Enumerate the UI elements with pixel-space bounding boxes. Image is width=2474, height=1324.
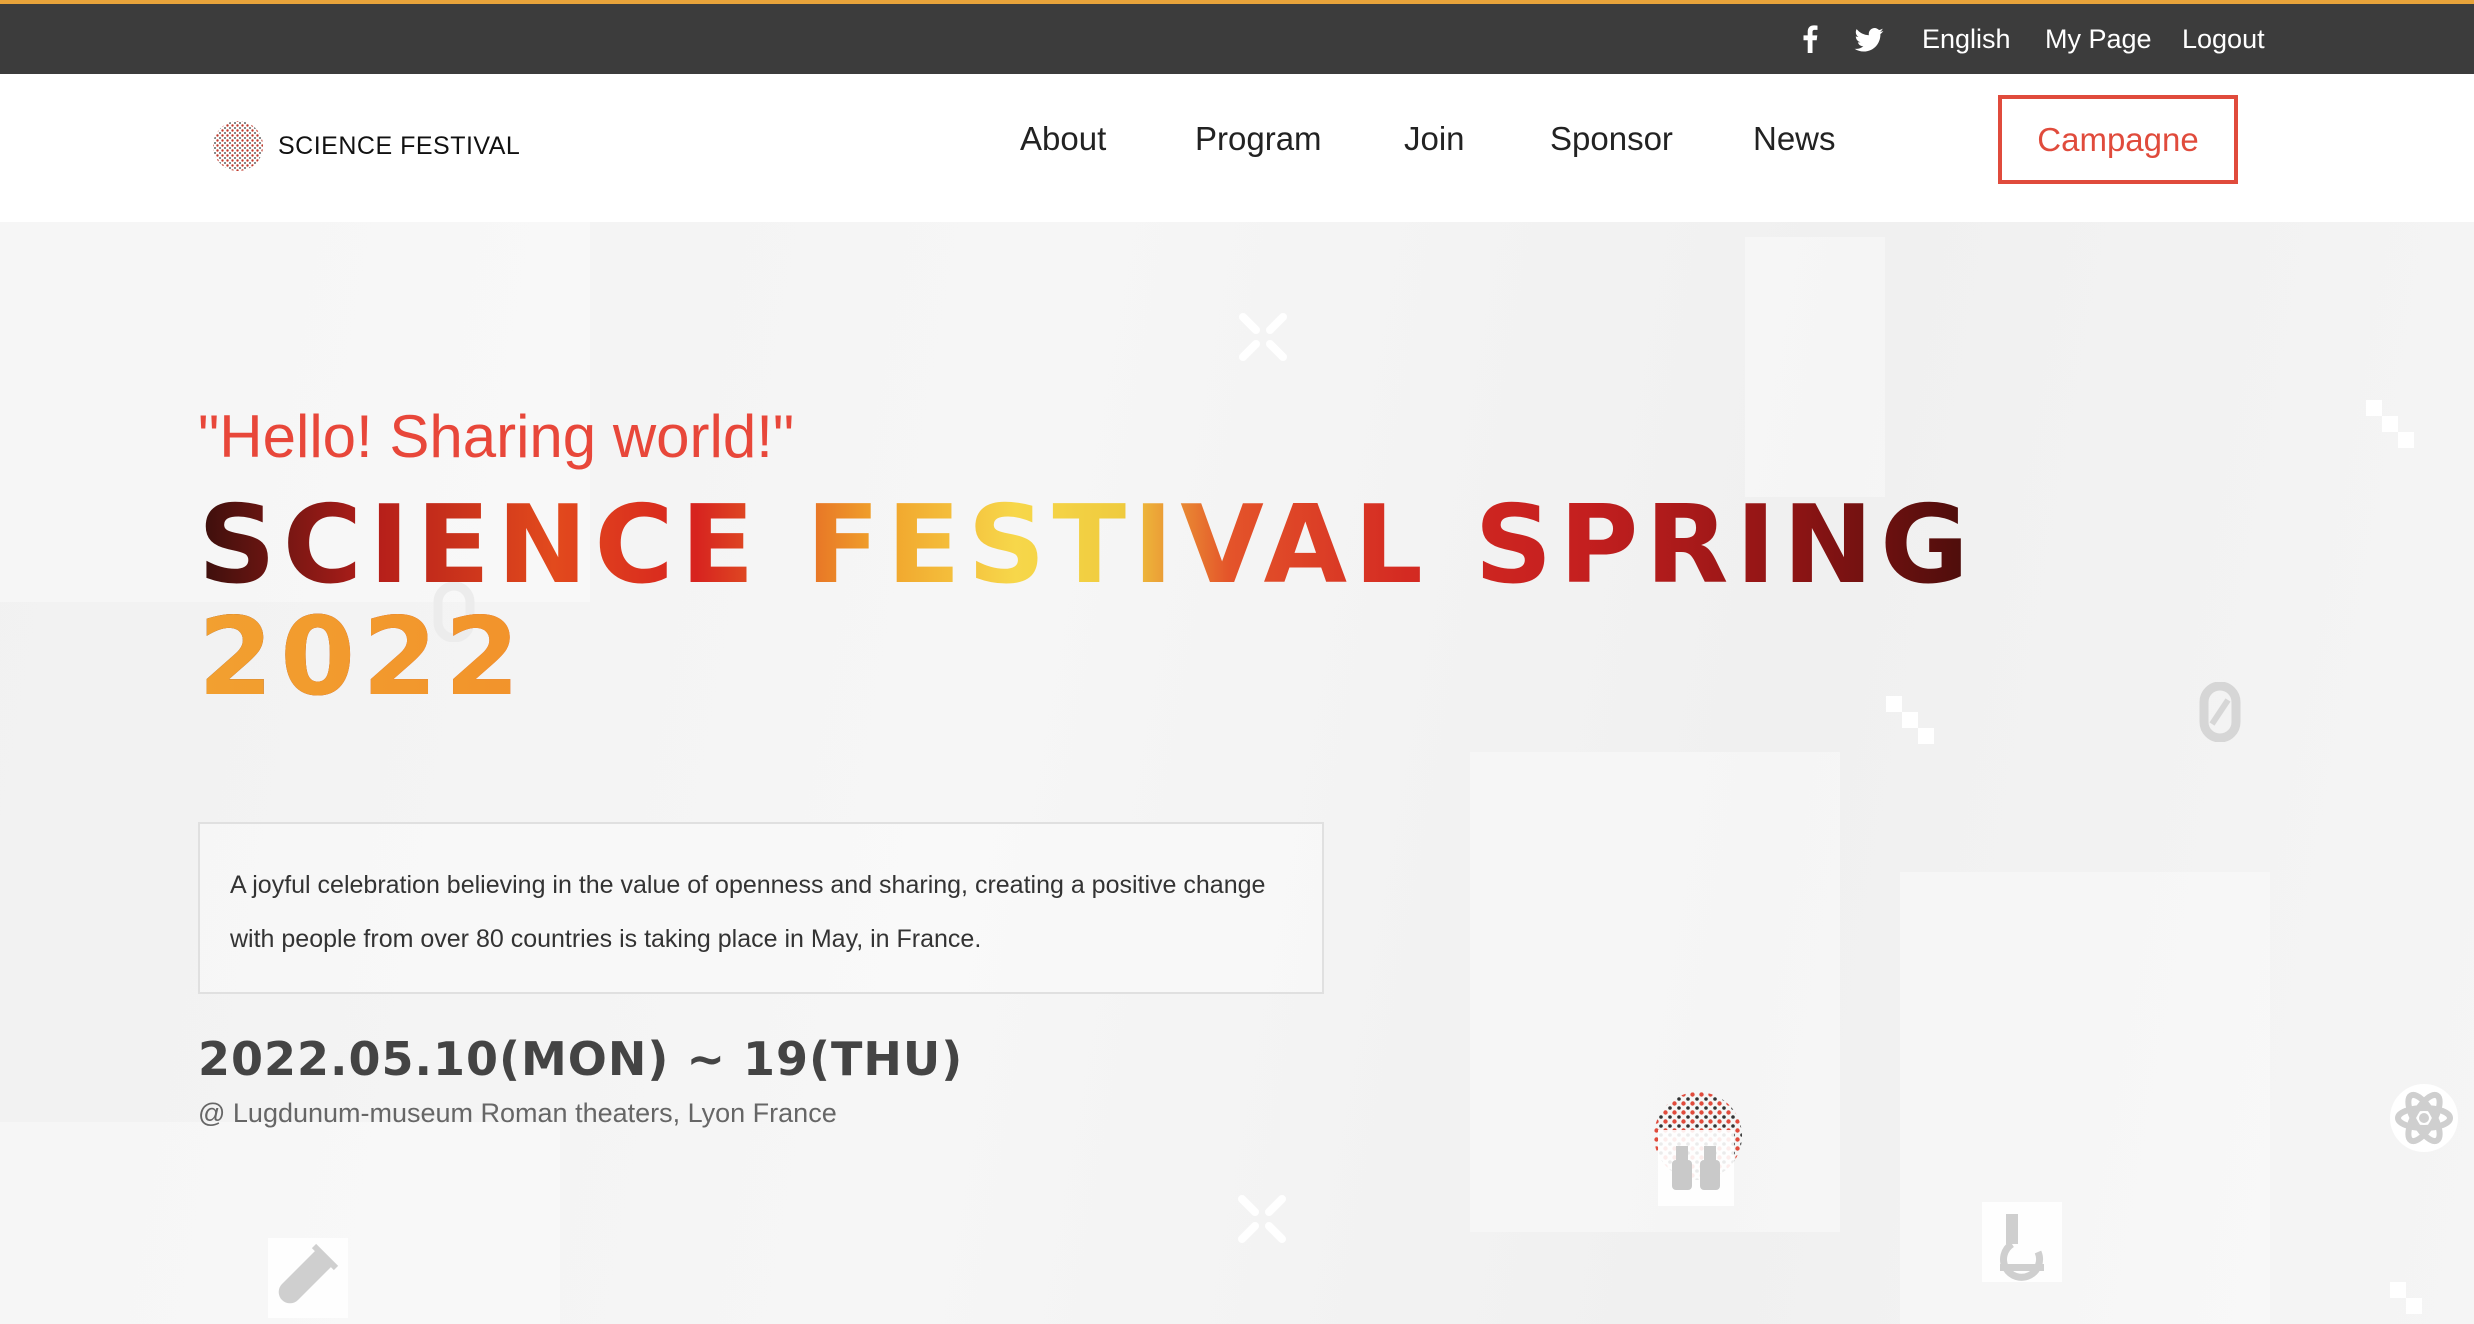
microscope-icon: [1982, 1202, 2062, 1282]
event-date: 2022.05.10(MON) ~ 19(THU): [198, 1032, 964, 1086]
facebook-icon: [1803, 25, 1818, 53]
hero-description-box: A joyful celebration believing in the va…: [198, 822, 1324, 994]
dotted-globe-logo-icon: [213, 121, 263, 171]
atom-icon: [2390, 1084, 2458, 1152]
pixel-steps-icon: [2366, 400, 2414, 448]
top-utility-bar: English My Page Logout: [0, 0, 2474, 74]
x-shape-icon: [1239, 313, 1287, 361]
site-logo[interactable]: SCIENCE FESTIVAL: [210, 116, 520, 176]
test-tube-icon: [268, 1238, 348, 1318]
zero-digit-icon: [2199, 682, 2241, 742]
twitter-icon: [1854, 28, 1884, 52]
pixel-steps-icon: [2390, 1282, 2422, 1314]
twitter-link[interactable]: [1852, 4, 1886, 74]
hero-title-line2: 2022: [198, 602, 1976, 714]
event-venue: @ Lugdunum-museum Roman theaters, Lyon F…: [198, 1098, 837, 1128]
nav-join[interactable]: Join: [1404, 120, 1465, 158]
hero-title-line1: SCIENCE FESTIVAL SPRING: [198, 483, 1976, 608]
background-tile: [1900, 872, 2270, 1324]
hero-tagline: "Hello! Sharing world!": [198, 403, 795, 470]
binoculars-icon: [1658, 1130, 1734, 1206]
language-selector[interactable]: English: [1922, 4, 2011, 74]
logo-text: SCIENCE FESTIVAL: [278, 132, 521, 160]
my-page-link[interactable]: My Page: [2045, 4, 2152, 74]
background-tile: [1745, 237, 1885, 497]
nav-about[interactable]: About: [1020, 120, 1106, 158]
campaign-button[interactable]: Campagne: [1998, 95, 2238, 184]
nav-sponsor[interactable]: Sponsor: [1550, 120, 1673, 158]
facebook-link[interactable]: [1796, 4, 1824, 74]
main-header: SCIENCE FESTIVAL About Program Join Spon…: [0, 74, 2474, 222]
hero-title: SCIENCE FESTIVAL SPRING 2022: [198, 490, 1976, 714]
nav-program[interactable]: Program: [1195, 120, 1322, 158]
hero-description: A joyful celebration believing in the va…: [230, 871, 1266, 953]
logout-link[interactable]: Logout: [2182, 4, 2265, 74]
x-shape-icon: [1238, 1195, 1286, 1243]
nav-news[interactable]: News: [1753, 120, 1836, 158]
hero-section: "Hello! Sharing world!" SCIENCE FESTIVAL…: [0, 222, 2474, 1324]
